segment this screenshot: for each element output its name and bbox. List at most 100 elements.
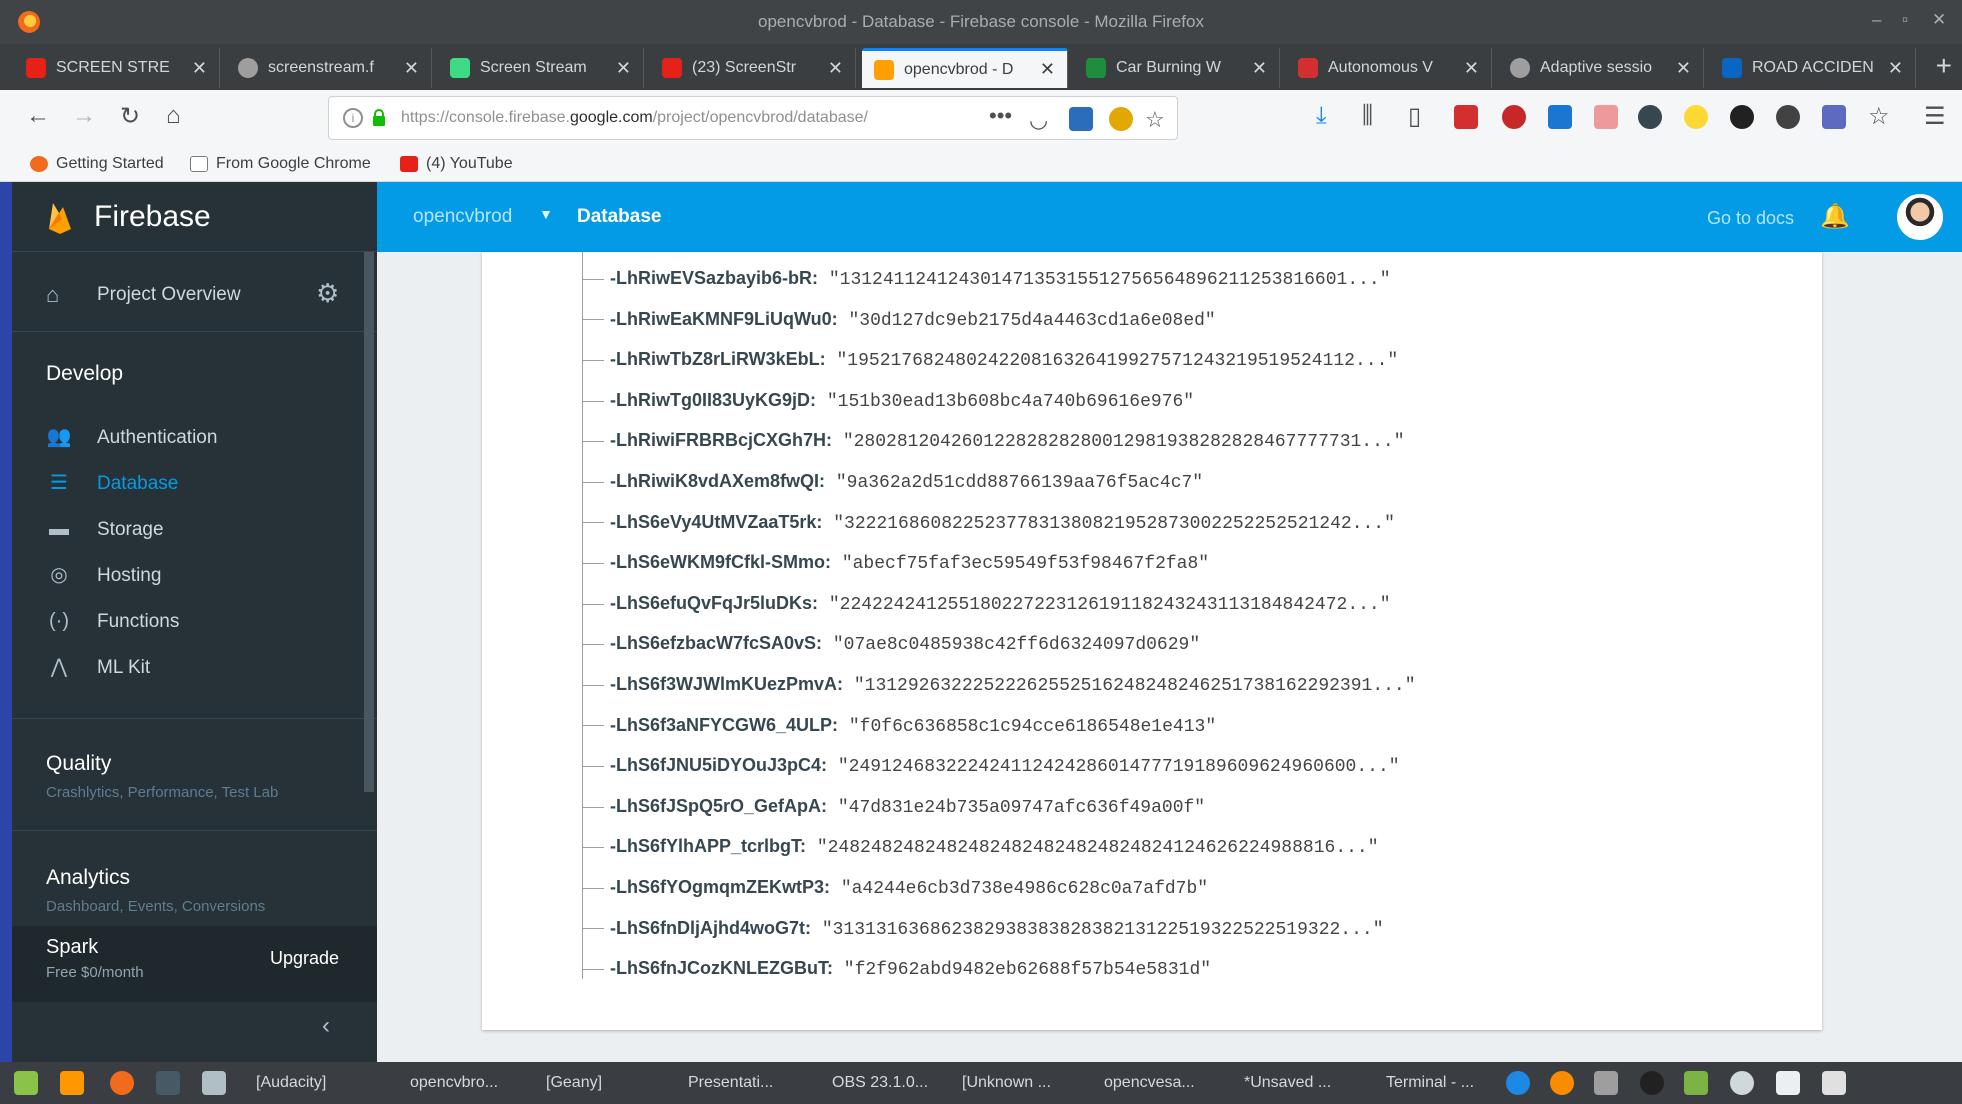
entry-key[interactable]: -LhS6eVy4UtMVZaaT5rk: <box>610 512 822 532</box>
extension-icon[interactable] <box>1684 105 1708 129</box>
text-editor-icon[interactable] <box>202 1071 226 1095</box>
quality-section-title[interactable]: Quality <box>46 752 111 776</box>
maximize-icon[interactable]: ▫ <box>1902 10 1908 30</box>
back-button[interactable]: ← <box>26 102 50 130</box>
extension-icon[interactable] <box>1638 105 1662 129</box>
database-entry-row[interactable]: -LhRiwiFRBRBcjCXGh7H: "28028120426012282… <box>582 430 1802 460</box>
database-entry-row[interactable]: -LhRiwEVSazbayib6-bR: "13124112412430147… <box>582 268 1802 298</box>
entry-key[interactable]: -LhRiwiFRBRBcjCXGh7H: <box>610 430 832 450</box>
entry-value[interactable]: "313131636862382938383828382131225193225… <box>822 920 1384 940</box>
sidebar-item-storage[interactable]: ▬ Storage <box>12 508 377 552</box>
entry-value[interactable]: "131292632225222625525162482482462517381… <box>854 676 1416 696</box>
notifications-icon[interactable] <box>1730 1071 1754 1095</box>
taskbar-item[interactable]: opencvesa... <box>1104 1074 1195 1092</box>
go-to-docs-link[interactable]: Go to docs <box>1707 208 1794 229</box>
new-tab-button[interactable]: + <box>1936 50 1952 82</box>
pocket-icon[interactable]: ◡ <box>1029 107 1048 133</box>
star-icon[interactable]: ☆ <box>1868 102 1890 131</box>
browser-tab-active[interactable]: opencvbrod - D ✕ <box>862 48 1068 88</box>
database-entry-row[interactable]: -LhRiwTbZ8rLiRW3kEbL: "19521768248024220… <box>582 349 1802 379</box>
firebase-brand[interactable]: Firebase <box>12 182 377 252</box>
chevron-down-icon[interactable]: ▼ <box>539 206 553 222</box>
entry-key[interactable]: -LhS6fnJCozKNLEZGBuT: <box>610 958 833 978</box>
taskbar-item[interactable]: [Audacity] <box>256 1074 326 1092</box>
close-tab-icon[interactable]: ✕ <box>828 58 843 79</box>
sidebar-toggle-icon[interactable]: ▯ <box>1408 102 1421 131</box>
extension-icon[interactable] <box>1594 105 1618 129</box>
gear-icon[interactable]: ⚙ <box>316 278 339 309</box>
close-window-icon[interactable]: ✕ <box>1932 10 1946 30</box>
develop-section-title[interactable]: Develop <box>46 362 123 386</box>
database-entry-row[interactable]: -LhS6fnDljAjhd4woG7t: "31313163686238293… <box>582 918 1802 948</box>
browser-tab[interactable]: Screen Stream ✕ <box>438 48 644 88</box>
database-entry-row[interactable]: -LhS6f3aNFYCGW6_4ULP: "f0f6c636858c1c94c… <box>582 715 1802 745</box>
minimize-icon[interactable]: – <box>1872 10 1881 30</box>
database-entry-row[interactable]: -LhS6efuQvFqJr5luDKs: "22422424125518022… <box>582 593 1802 623</box>
entry-key[interactable]: -LhS6f3aNFYCGW6_4ULP: <box>610 715 838 735</box>
sidebar-item-hosting[interactable]: ◎ Hosting <box>12 554 377 598</box>
entry-value[interactable]: "07ae8c0485938c42ff6d6324097d0629" <box>833 635 1200 655</box>
file-manager-icon[interactable] <box>14 1071 38 1095</box>
extension-icon[interactable] <box>1069 107 1093 131</box>
close-tab-icon[interactable]: ✕ <box>1040 59 1055 80</box>
project-selector[interactable]: opencvbrod <box>413 206 512 228</box>
bookmark-star-icon[interactable]: ☆ <box>1145 107 1165 133</box>
entry-value[interactable]: "a4244e6cb3d738e4986c628c0a7afd7b" <box>841 879 1208 899</box>
database-entry-row[interactable]: -LhS6fYOgmqmZEKwtP3: "a4244e6cb3d738e498… <box>582 877 1802 907</box>
sidebar-scrollbar[interactable] <box>364 252 374 792</box>
browser-tab[interactable]: screenstream.f ✕ <box>226 48 432 88</box>
collapse-sidebar-button[interactable]: ‹ <box>322 1012 330 1040</box>
entry-value[interactable]: "47d831e24b735a09747afc636f49a00f" <box>838 798 1205 818</box>
close-tab-icon[interactable]: ✕ <box>1252 58 1267 79</box>
entry-value[interactable]: "9a362a2d51cdd88766139aa76f5ac4c7" <box>836 473 1203 493</box>
sidebar-item-ml-kit[interactable]: ⋀ ML Kit <box>12 646 377 690</box>
entry-key[interactable]: -LhS6efuQvFqJr5luDKs: <box>610 593 818 613</box>
taskbar-item[interactable]: *Unsaved ... <box>1244 1074 1331 1092</box>
browser-tab[interactable]: SCREEN STRE ✕ <box>14 48 220 88</box>
database-entry-row[interactable]: -LhS6f3WJWlmKUezPmvA: "13129263222522262… <box>582 674 1802 704</box>
bookmark-getting-started[interactable]: Getting Started <box>30 155 164 173</box>
sidebar-item-authentication[interactable]: 👥 Authentication <box>12 416 377 460</box>
browser-tab[interactable]: (23) ScreenStr ✕ <box>650 48 856 88</box>
entry-key[interactable]: -LhRiwTg0II83UyKG9jD: <box>610 390 816 410</box>
entry-value[interactable]: "249124683222424112424286014777191896096… <box>838 757 1400 777</box>
entry-value[interactable]: "195217682480242208163264199275712432195… <box>836 351 1398 371</box>
forward-button[interactable]: → <box>72 102 96 130</box>
database-entry-row[interactable]: -LhS6fnJCozKNLEZGBuT: "f2f962abd9482eb62… <box>582 958 1802 988</box>
close-tab-icon[interactable]: ✕ <box>1676 58 1691 79</box>
taskbar-item[interactable]: [Unknown ... <box>962 1074 1051 1092</box>
entry-key[interactable]: -LhS6efzbacW7fcSA0vS: <box>610 633 822 653</box>
browser-tab[interactable]: Car Burning W ✕ <box>1074 48 1280 88</box>
entry-value[interactable]: "248248248248248248248248248248241246262… <box>817 838 1379 858</box>
database-entry-row[interactable]: -LhS6fJSpQ5rO_GefApA: "47d831e24b735a097… <box>582 796 1802 826</box>
entry-key[interactable]: -LhS6fYlhAPP_tcrlbgT: <box>610 836 806 856</box>
entry-value[interactable]: "151b30ead13b608bc4a740b69616e976" <box>827 392 1194 412</box>
entry-value[interactable]: "f2f962abd9482eb62688f57b54e5831d" <box>844 960 1211 980</box>
clipboard-icon[interactable] <box>1776 1071 1800 1095</box>
entry-value[interactable]: "322216860822523778313808219528730022522… <box>833 514 1395 534</box>
entry-key[interactable]: -LhS6fnDljAjhd4woG7t: <box>610 918 811 938</box>
entry-key[interactable]: -LhRiwEaKMNF9LiUqWu0: <box>610 309 838 329</box>
entry-key[interactable]: -LhRiwEVSazbayib6-bR: <box>610 268 818 288</box>
downloads-icon[interactable]: ⤓ <box>1316 102 1327 130</box>
entry-value[interactable]: "224224241255180227223126191182432431131… <box>829 595 1391 615</box>
extension-icon[interactable] <box>1454 105 1478 129</box>
entry-key[interactable]: -LhS6fJNU5iDYOuJ3pC4: <box>610 755 827 775</box>
page-actions-icon[interactable]: ••• <box>989 103 1012 129</box>
extension-icon[interactable] <box>1548 105 1572 129</box>
database-entry-row[interactable]: -LhS6efzbacW7fcSA0vS: "07ae8c0485938c42f… <box>582 633 1802 663</box>
entry-key[interactable]: -LhS6f3WJWlmKUezPmvA: <box>610 674 843 694</box>
site-info-icon[interactable]: i <box>343 108 363 128</box>
update-icon[interactable] <box>1550 1071 1574 1095</box>
extension-icon[interactable] <box>1109 107 1133 131</box>
taskbar-item[interactable]: OBS 23.1.0... <box>832 1074 928 1092</box>
database-entry-row[interactable]: -LhRiwEaKMNF9LiUqWu0: "30d127dc9eb2175d4… <box>582 309 1802 339</box>
analytics-section-title[interactable]: Analytics <box>46 866 130 890</box>
upgrade-button[interactable]: Upgrade <box>270 948 339 969</box>
database-entry-row[interactable]: -LhS6fJNU5iDYOuJ3pC4: "24912468322242411… <box>582 755 1802 785</box>
taskbar-item[interactable]: [Geany] <box>546 1074 602 1092</box>
entry-value[interactable]: "131241124124301471353155127565648962112… <box>829 270 1391 290</box>
entry-key[interactable]: -LhRiwiK8vdAXem8fwQI: <box>610 471 825 491</box>
terminal-icon[interactable] <box>156 1071 180 1095</box>
close-tab-icon[interactable]: ✕ <box>1888 58 1903 79</box>
